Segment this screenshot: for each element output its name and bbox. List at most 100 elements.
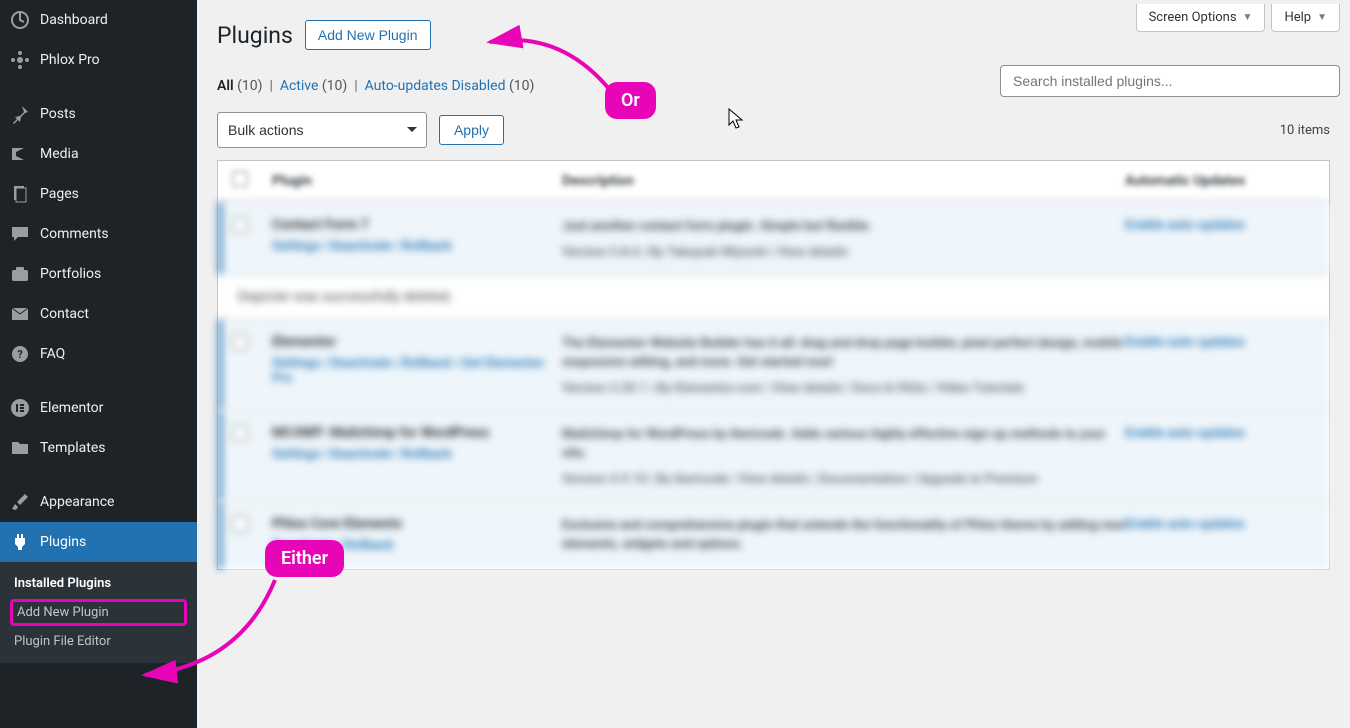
row-checkbox[interactable]: [232, 425, 248, 441]
plugin-actions[interactable]: Settings | Deactivate | Rollback | Get E…: [272, 356, 562, 386]
sidebar-label: Elementor: [40, 400, 103, 416]
filter-all-count: (10): [237, 78, 262, 94]
add-new-plugin-button[interactable]: Add New Plugin: [305, 20, 431, 50]
plugin-description: Mailchimp for WordPress by ibericode. Ad…: [562, 425, 1125, 464]
sidebar-item-comments[interactable]: Comments: [0, 214, 197, 254]
admin-sidebar: Dashboard Phlox Pro Posts Media Pages Co…: [0, 0, 197, 728]
filter-auto-updates[interactable]: Auto-updates Disabled: [365, 78, 506, 94]
bulk-actions-select[interactable]: Bulk actions: [217, 112, 427, 148]
sidebar-item-elementor[interactable]: Elementor: [0, 388, 197, 428]
plugin-description: Just another contact form plugin. Simple…: [562, 217, 1125, 237]
row-checkbox[interactable]: [232, 334, 248, 350]
sidebar-label: Appearance: [40, 494, 114, 510]
brush-icon: [10, 492, 30, 512]
chevron-down-icon: ▼: [1317, 12, 1327, 23]
plugin-description: The Elementor Website Builder has it all…: [562, 334, 1125, 373]
plugin-description: Exclusive and comprehensive plugin that …: [562, 516, 1125, 555]
page-icon: [10, 184, 30, 204]
submenu-installed-plugins[interactable]: Installed Plugins: [0, 570, 197, 597]
col-plugin-header: Plugin: [272, 173, 562, 189]
svg-text:?: ?: [17, 348, 23, 361]
table-header-row: Plugin Description Automatic Updates: [218, 161, 1329, 202]
plugin-meta: Version 3.20.1 | By Elementor.com | View…: [562, 381, 1125, 396]
sidebar-label: Comments: [40, 226, 109, 242]
table-row: Contact Form 7 Settings | Deactivate | R…: [218, 202, 1329, 274]
help-button[interactable]: Help ▼: [1271, 4, 1340, 32]
sidebar-item-contact[interactable]: Contact: [0, 294, 197, 334]
sidebar-label: Phlox Pro: [40, 52, 100, 68]
apply-button[interactable]: Apply: [439, 115, 504, 145]
row-checkbox[interactable]: [232, 516, 248, 532]
col-desc-header: Description: [562, 173, 1125, 189]
sidebar-label: Posts: [40, 106, 76, 122]
submenu-plugin-file-editor[interactable]: Plugin File Editor: [0, 628, 197, 655]
plugin-meta: Version 4.9.10 | By ibericode | View det…: [562, 472, 1125, 487]
select-all-checkbox[interactable]: [232, 171, 248, 187]
main-content: Screen Options ▼ Help ▼ Plugins Add New …: [197, 0, 1350, 728]
sidebar-item-dashboard[interactable]: Dashboard: [0, 0, 197, 40]
elementor-icon: [10, 398, 30, 418]
portfolio-icon: [10, 264, 30, 284]
sidebar-label: Plugins: [40, 534, 86, 550]
plugins-table: Plugin Description Automatic Updates Con…: [217, 160, 1330, 570]
sidebar-item-media[interactable]: Media: [0, 134, 197, 174]
folder-icon: [10, 438, 30, 458]
filter-active-count: (10): [322, 78, 347, 94]
screen-options-label: Screen Options: [1149, 10, 1237, 25]
sidebar-item-portfolios[interactable]: Portfolios: [0, 254, 197, 294]
filter-active[interactable]: Active: [280, 78, 319, 94]
search-plugins-input[interactable]: [1000, 65, 1340, 97]
sidebar-label: Portfolios: [40, 266, 101, 282]
envelope-icon: [10, 304, 30, 324]
question-icon: ?: [10, 344, 30, 364]
plugin-actions[interactable]: Settings | Deactivate | Rollback: [272, 447, 562, 462]
annotation-either-badge: Either: [265, 540, 344, 577]
items-count: 10 items: [1280, 123, 1330, 138]
plugin-name: Contact Form 7: [272, 217, 562, 233]
screen-meta-tabs: Screen Options ▼ Help ▼: [1136, 4, 1340, 32]
sidebar-item-faq[interactable]: ? FAQ: [0, 334, 197, 374]
table-row: MC4WP: Mailchimp for WordPress Settings …: [218, 410, 1329, 501]
page-title: Plugins: [217, 22, 293, 49]
deletion-notice: Depicter was successfully deleted.: [218, 274, 1329, 319]
sidebar-item-pages[interactable]: Pages: [0, 174, 197, 214]
enable-auto-updates[interactable]: Enable auto-updates: [1125, 335, 1245, 350]
sidebar-item-templates[interactable]: Templates: [0, 428, 197, 468]
media-icon: [10, 144, 30, 164]
sidebar-label: FAQ: [40, 346, 65, 362]
plugin-name: MC4WP: Mailchimp for WordPress: [272, 425, 562, 441]
annotation-or-badge: Or: [605, 82, 656, 119]
table-row: Elementor Settings | Deactivate | Rollba…: [218, 319, 1329, 410]
plugin-meta: Version 5.8.6 | By Takayuki Miyoshi | Vi…: [562, 245, 1125, 260]
filter-all[interactable]: All: [217, 78, 234, 94]
mouse-cursor-icon: [727, 107, 747, 135]
help-label: Help: [1284, 10, 1311, 25]
col-auto-header: Automatic Updates: [1125, 173, 1315, 189]
submenu-add-new-plugin[interactable]: Add New Plugin: [10, 599, 187, 626]
filter-auto-count: (10): [509, 78, 534, 94]
sidebar-label: Contact: [40, 306, 89, 322]
plugin-name: Phlox Core Elements: [272, 516, 562, 532]
plugins-submenu: Installed Plugins Add New Plugin Plugin …: [0, 562, 197, 663]
plugin-icon: [10, 532, 30, 552]
enable-auto-updates[interactable]: Enable auto-updates: [1125, 517, 1245, 532]
pin-icon: [10, 104, 30, 124]
screen-options-button[interactable]: Screen Options ▼: [1136, 4, 1266, 32]
comment-icon: [10, 224, 30, 244]
table-row: Phlox Core Elements Deactivate | Rollbac…: [218, 501, 1329, 569]
sidebar-label: Pages: [40, 186, 79, 202]
row-checkbox[interactable]: [232, 217, 248, 233]
chevron-down-icon: ▼: [1243, 12, 1253, 23]
plugin-actions[interactable]: Settings | Deactivate | Rollback: [272, 239, 562, 254]
plugin-name: Elementor: [272, 334, 562, 350]
sidebar-item-posts[interactable]: Posts: [0, 94, 197, 134]
sidebar-label: Templates: [40, 440, 106, 456]
sidebar-item-plugins[interactable]: Plugins: [0, 522, 197, 562]
phlox-icon: [10, 50, 30, 70]
sidebar-item-appearance[interactable]: Appearance: [0, 482, 197, 522]
sidebar-label: Dashboard: [40, 12, 108, 28]
sidebar-item-phlox[interactable]: Phlox Pro: [0, 40, 197, 80]
enable-auto-updates[interactable]: Enable auto-updates: [1125, 218, 1245, 233]
enable-auto-updates[interactable]: Enable auto-updates: [1125, 426, 1245, 441]
sidebar-label: Media: [40, 146, 79, 162]
